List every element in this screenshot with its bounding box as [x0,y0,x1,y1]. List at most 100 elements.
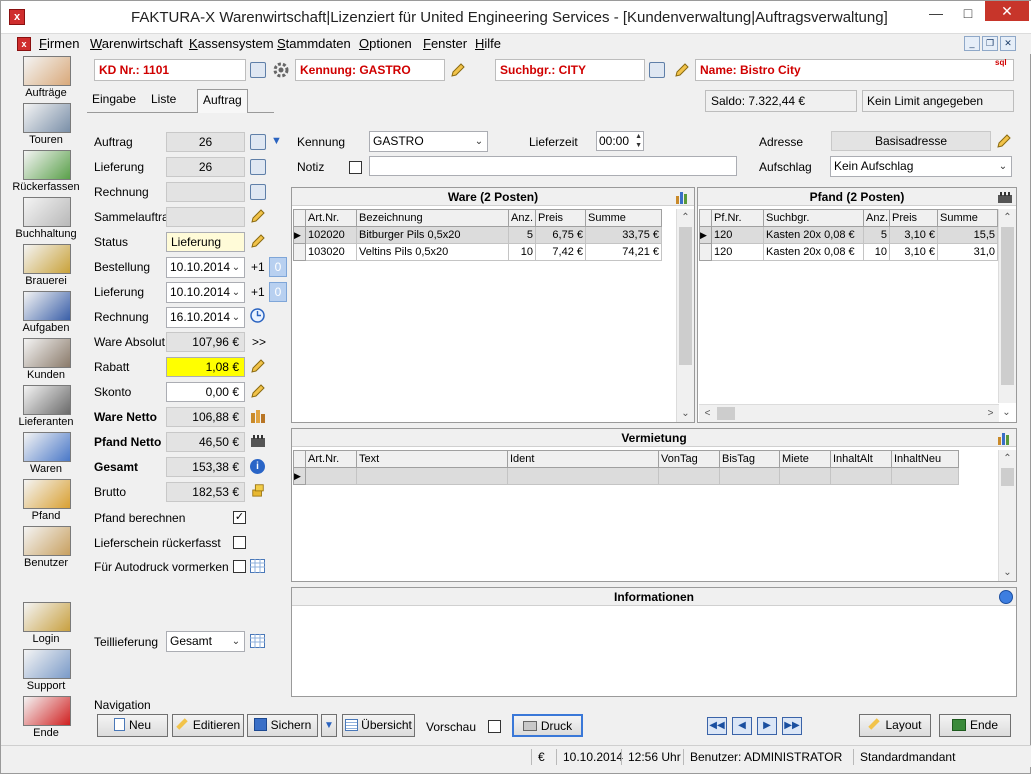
sidebar-item-login[interactable]: Login [7,602,85,649]
neu-button[interactable]: Neu [97,714,168,737]
tab-eingabe[interactable]: Eingabe [87,89,141,113]
spinner-arrows-icon[interactable]: ▲ ▼ [635,132,642,150]
kd-search-icon[interactable] [250,62,266,78]
rabatt-field[interactable]: 1,08 € [166,357,245,377]
rabatt-edit-icon[interactable] [250,358,266,374]
mdi-restore-button[interactable]: ❐ [982,36,998,51]
nav-next-button[interactable]: ▶ [757,717,777,735]
table-row[interactable]: ▶ 102020 Bitburger Pils 0,5x20 5 6,75 € … [293,226,662,244]
vermietung-vscrollbar[interactable]: ⌃ ⌄ [998,450,1016,581]
scroll-down-icon[interactable]: ⌄ [998,404,1015,421]
pfand-cell-preis[interactable]: 3,10 € [889,243,938,261]
sidebar-item-pfand[interactable]: Pfand [7,479,85,526]
tab-auftrag[interactable]: Auftrag [197,89,248,113]
scroll-up-icon[interactable]: ⌃ [677,209,694,226]
lieferung-search-icon[interactable] [250,159,266,175]
vermietung-col-ident[interactable]: Ident [507,450,659,468]
pfand-hscrollbar[interactable]: < > [699,404,999,422]
vermietung-col-text[interactable]: Text [356,450,508,468]
pfand-cell-anz[interactable]: 5 [863,226,890,244]
vermietung-col-inhaltneu[interactable]: InhaltNeu [891,450,959,468]
adresse-edit-icon[interactable] [996,133,1012,149]
ware-col-bezeichnung[interactable]: Bezeichnung [356,209,509,227]
status-field[interactable]: Lieferung [166,232,245,252]
info-bubble-icon[interactable] [999,590,1013,604]
scroll-down-icon[interactable]: ⌄ [999,564,1016,581]
kennung-edit-icon[interactable] [450,62,466,78]
notiz-input[interactable] [369,156,737,176]
sidebar-item-ende[interactable]: Ende [7,696,85,743]
ware-cell-summe[interactable]: 33,75 € [585,226,662,244]
sidebar-item-brauerei[interactable]: Brauerei [7,244,85,291]
info-icon[interactable]: i [250,459,265,474]
calendar-grid-icon[interactable] [250,634,265,648]
scroll-right-icon[interactable]: > [982,405,999,422]
sidebar-item-touren[interactable]: Touren [7,103,85,150]
pfand-col-preis[interactable]: Preis [889,209,938,227]
vermietung-cell[interactable] [719,467,780,485]
lieferschein-checkbox[interactable] [233,536,246,549]
nav-last-button[interactable]: ▶▶ [782,717,802,735]
pfand-vscrollbar[interactable]: ⌃ [998,209,1016,403]
pfand-col-nr[interactable]: Pf.Nr. [711,209,764,227]
sidebar-item-aufträge[interactable]: Aufträge [7,56,85,103]
table-row[interactable]: ▶ 120 Kasten 20x 0,08 € 5 3,10 € 15,5 [699,226,998,244]
name-field[interactable]: Name: Bistro City [695,59,1014,81]
vermietung-cell[interactable] [779,467,831,485]
kd-nr-field[interactable]: KD Nr.: 1101 [94,59,246,81]
ware-vscrollbar[interactable]: ⌃ ⌄ [676,209,694,422]
aufschlag-select[interactable]: Kein Aufschlag ⌄ [830,156,1012,177]
vermietung-col-bistag[interactable]: BisTag [719,450,780,468]
ware-cell-bez[interactable]: Veltins Pils 0,5x20 [356,243,509,261]
scroll-up-icon[interactable]: ⌃ [999,209,1016,226]
vermietung-col-inhaltalt[interactable]: InhaltAlt [830,450,892,468]
ware-col-preis[interactable]: Preis [535,209,586,227]
sidebar-item-waren[interactable]: Waren [7,432,85,479]
menu-fenster[interactable]: Fenster [423,36,467,51]
lieferung-counter[interactable]: 0 [269,282,287,302]
ware-cell-artnr[interactable]: 103020 [305,243,357,261]
menu-firmen[interactable]: Firmen [39,36,79,51]
pfand-col-summe[interactable]: Summe [937,209,998,227]
pfand-scroll-thumb[interactable] [1001,227,1014,385]
ware-cell-preis[interactable]: 7,42 € [535,243,586,261]
vermietung-cell[interactable] [507,467,659,485]
vermietung-cell[interactable] [658,467,720,485]
menu-stammdaten[interactable]: Stammdaten [277,36,351,51]
pfand-berechnen-checkbox[interactable]: ✓ [233,511,246,524]
sichern-button[interactable]: Sichern [247,714,318,737]
pfand-cell-summe[interactable]: 15,5 [937,226,998,244]
menu-kassensystem[interactable]: Kassensystem [189,36,274,51]
vermietung-cell[interactable] [356,467,508,485]
menu-warenwirtschaft[interactable]: Warenwirtschaft [90,36,183,51]
tab-liste[interactable]: Liste [146,89,181,113]
suchbgr-field[interactable]: Suchbgr.: CITY [495,59,645,81]
scroll-left-icon[interactable]: < [699,405,716,422]
teillieferung-select[interactable]: Gesamt ⌄ [166,631,245,652]
vermietung-cell[interactable] [305,467,357,485]
ware-cell-bez[interactable]: Bitburger Pils 0,5x20 [356,226,509,244]
rechnung-search-icon[interactable] [250,184,266,200]
vermietung-col-miete[interactable]: Miete [779,450,831,468]
auftrag-dropdown-icon[interactable]: ▼ [271,135,282,147]
status-edit-icon[interactable] [250,233,266,249]
sidebar-item-lieferanten[interactable]: Lieferanten [7,385,85,432]
pfand-cell-nr[interactable]: 120 [711,226,764,244]
bestellung-date-picker[interactable]: 10.10.2014 ⌄ [166,257,245,278]
editieren-button[interactable]: Editieren [172,714,244,737]
pfand-col-anz[interactable]: Anz. [863,209,890,227]
mdi-minimize-button[interactable]: _ [964,36,980,51]
druck-button[interactable]: Druck [512,714,583,737]
menu-hilfe[interactable]: Hilfe [475,36,501,51]
ware-col-anz[interactable]: Anz. [508,209,536,227]
ware-scroll-thumb[interactable] [679,227,692,365]
sidebar-item-support[interactable]: Support [7,649,85,696]
table-row[interactable]: 120 Kasten 20x 0,08 € 10 3,10 € 31,0 [699,243,998,261]
table-row[interactable]: ▶ [293,467,959,485]
calendar-grid-icon[interactable] [250,559,265,573]
ware-absolut-arrow[interactable]: >> [252,335,266,349]
kennung-field[interactable]: Kennung: GASTRO [295,59,445,81]
rechnung-date-picker[interactable]: 16.10.2014 ⌄ [166,307,245,328]
sichern-dropdown-button[interactable]: ▼ [321,714,337,737]
menu-optionen[interactable]: Optionen [359,36,412,51]
